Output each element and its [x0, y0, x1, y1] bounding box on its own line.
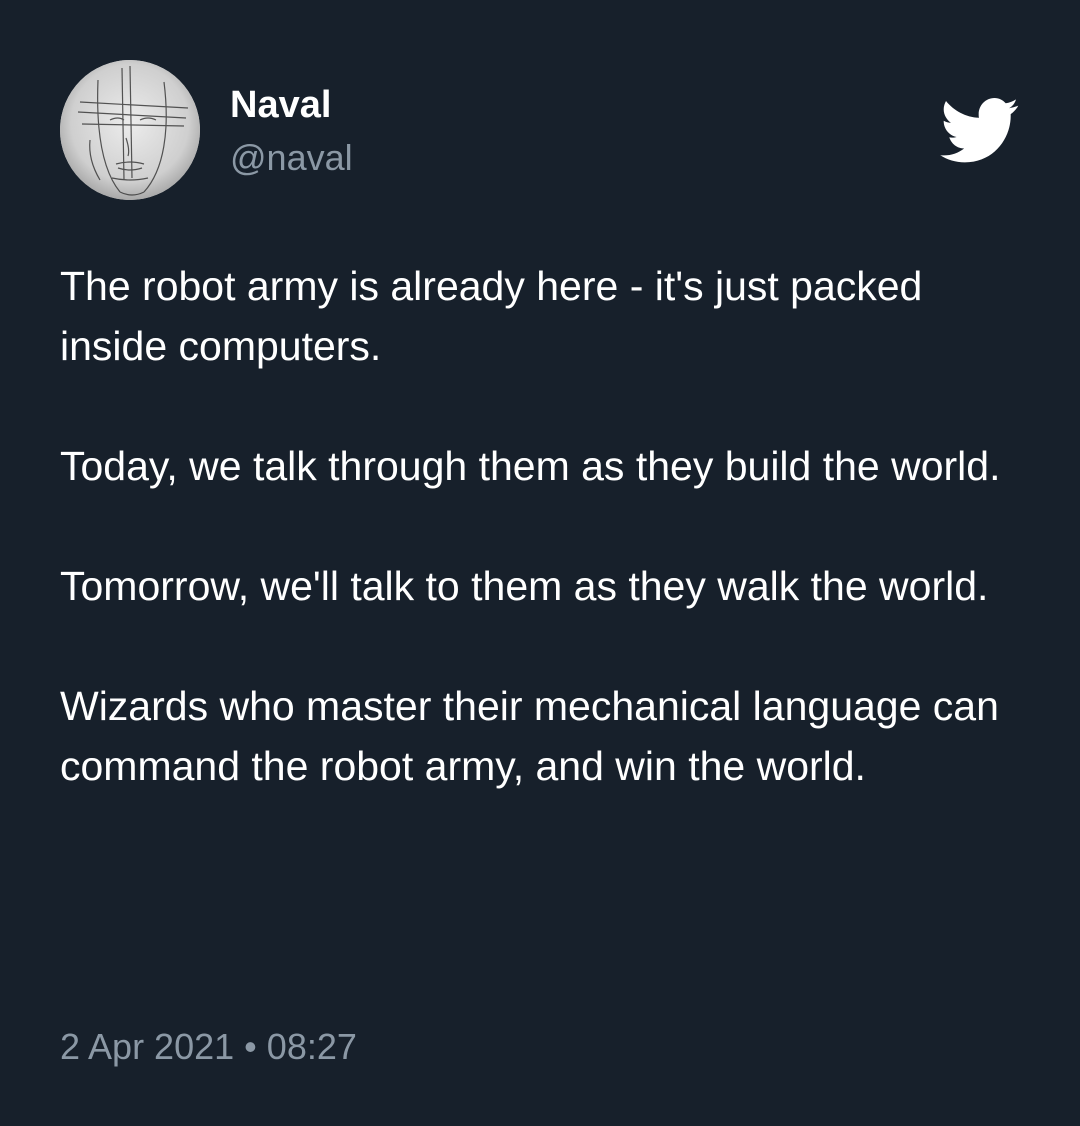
tweet-paragraph: Today, we talk through them as they buil…: [60, 443, 1001, 489]
tweet-paragraph: Wizards who master their mechanical lang…: [60, 683, 999, 789]
meta-separator: •: [244, 1026, 257, 1067]
author-handle[interactable]: @naval: [230, 137, 353, 179]
author-display-name[interactable]: Naval: [230, 83, 353, 127]
tweet-paragraph: The robot army is already here - it's ju…: [60, 263, 923, 369]
tweet-card: Naval @naval The robot army is already h…: [0, 0, 1080, 1126]
tweet-timestamp[interactable]: 2 Apr 2021 • 08:27: [60, 1026, 357, 1068]
author-block: Naval @naval: [230, 83, 353, 179]
tweet-text: The robot army is already here - it's ju…: [60, 256, 1030, 796]
avatar[interactable]: [60, 60, 200, 200]
sketch-face-avatar-icon: [60, 60, 200, 200]
tweet-time: 08:27: [266, 1026, 357, 1067]
tweet-date: 2 Apr 2021: [60, 1026, 235, 1067]
twitter-bird-icon: [940, 98, 1020, 164]
tweet-paragraph: Tomorrow, we'll talk to them as they wal…: [60, 563, 989, 609]
